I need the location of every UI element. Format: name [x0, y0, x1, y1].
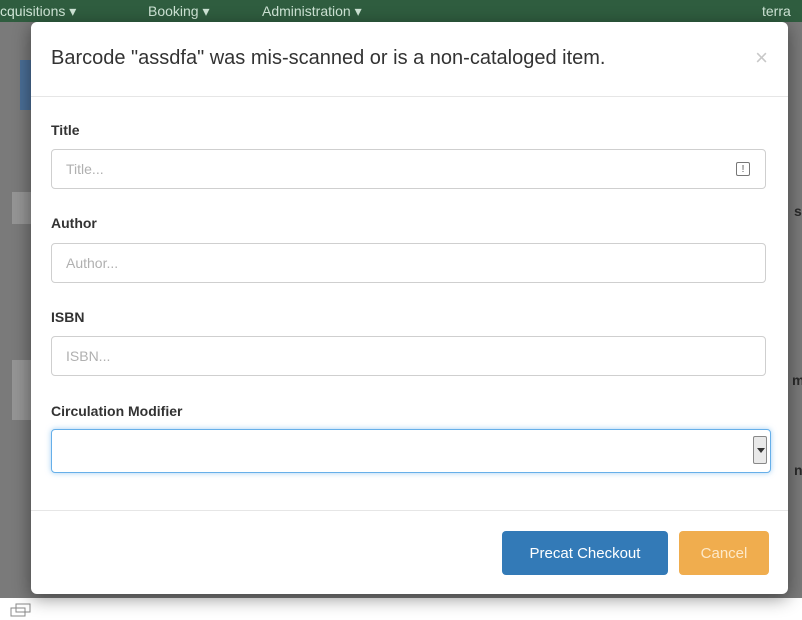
bottom-strip: [0, 598, 802, 620]
close-icon[interactable]: ×: [755, 45, 768, 71]
window-restore-icon: [10, 603, 31, 617]
author-label: Author: [51, 215, 97, 231]
nav-booking[interactable]: Booking ▾: [148, 0, 210, 22]
title-input[interactable]: [51, 149, 766, 189]
modal-footer: Precat Checkout Cancel: [31, 510, 788, 595]
cancel-button[interactable]: Cancel: [679, 531, 769, 575]
isbn-input[interactable]: [51, 336, 766, 376]
background-char-m: m: [792, 372, 802, 388]
author-input[interactable]: [51, 243, 766, 283]
circ-modifier-label: Circulation Modifier: [51, 403, 183, 419]
select-arrow-icon[interactable]: [753, 436, 767, 464]
nav-acquisitions[interactable]: cquisitions ▾: [0, 0, 76, 22]
precat-modal: Barcode "assdfa" was mis-scanned or is a…: [31, 22, 788, 594]
precat-checkout-button[interactable]: Precat Checkout: [502, 531, 668, 575]
background-button-edge: [20, 60, 31, 110]
modal-title: Barcode "assdfa" was mis-scanned or is a…: [51, 47, 606, 69]
background-input-edge: [12, 192, 31, 224]
modal-header: Barcode "assdfa" was mis-scanned or is a…: [31, 22, 788, 97]
isbn-label: ISBN: [51, 309, 85, 325]
background-char-s: s: [794, 203, 802, 219]
background-table-edge: [12, 360, 31, 420]
password-manager-icon[interactable]: !: [736, 162, 750, 176]
nav-administration[interactable]: Administration ▾: [262, 0, 362, 22]
circ-modifier-select[interactable]: [51, 429, 771, 473]
title-label: Title: [51, 122, 80, 138]
background-char-n: n: [794, 462, 802, 478]
nav-user[interactable]: terra: [762, 0, 791, 22]
top-navbar: cquisitions ▾ Booking ▾ Administration ▾…: [0, 0, 802, 22]
